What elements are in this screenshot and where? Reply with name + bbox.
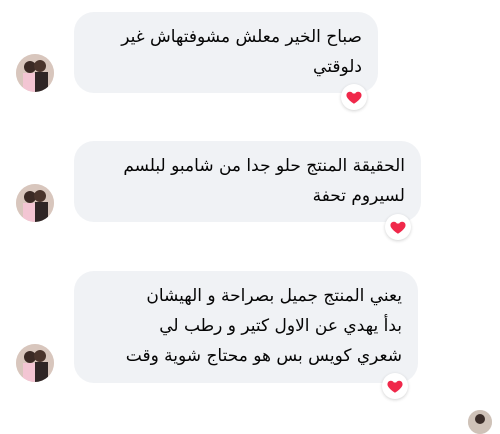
heart-icon	[387, 380, 403, 393]
message-text: بدأ يهدي عن الاول كتير و رطب لي	[159, 316, 402, 336]
profile-photo	[16, 184, 54, 222]
message-text: يعني المنتج جميل بصراحة و الهيشان	[146, 286, 402, 306]
reaction-badge[interactable]	[382, 373, 408, 399]
message-text: شعري كويس بس هو محتاج شوية وقت	[125, 346, 402, 366]
profile-photo	[16, 344, 54, 382]
seen-avatar	[468, 410, 492, 434]
reaction-badge[interactable]	[385, 214, 411, 240]
message-bubble[interactable]: الحقيقة المنتج حلو جدا من شامبو لبلسم لس…	[74, 141, 421, 222]
message-bubble[interactable]: صباح الخير معلش مشوفتهاش غير دلوقتي	[74, 12, 378, 93]
sender-avatar[interactable]	[16, 54, 54, 92]
heart-icon	[390, 221, 406, 234]
message-text: دلوقتي	[313, 57, 362, 77]
profile-photo	[468, 410, 492, 434]
heart-icon	[346, 91, 362, 104]
sender-avatar[interactable]	[16, 344, 54, 382]
sender-avatar[interactable]	[16, 184, 54, 222]
message-text: لسيروم تحفة	[312, 186, 405, 206]
reaction-badge[interactable]	[341, 84, 367, 110]
message-bubble[interactable]: يعني المنتج جميل بصراحة و الهيشان بدأ يه…	[74, 271, 418, 383]
message-text: صباح الخير معلش مشوفتهاش غير	[121, 27, 362, 47]
profile-photo	[16, 54, 54, 92]
message-text: الحقيقة المنتج حلو جدا من شامبو لبلسم	[123, 156, 405, 176]
